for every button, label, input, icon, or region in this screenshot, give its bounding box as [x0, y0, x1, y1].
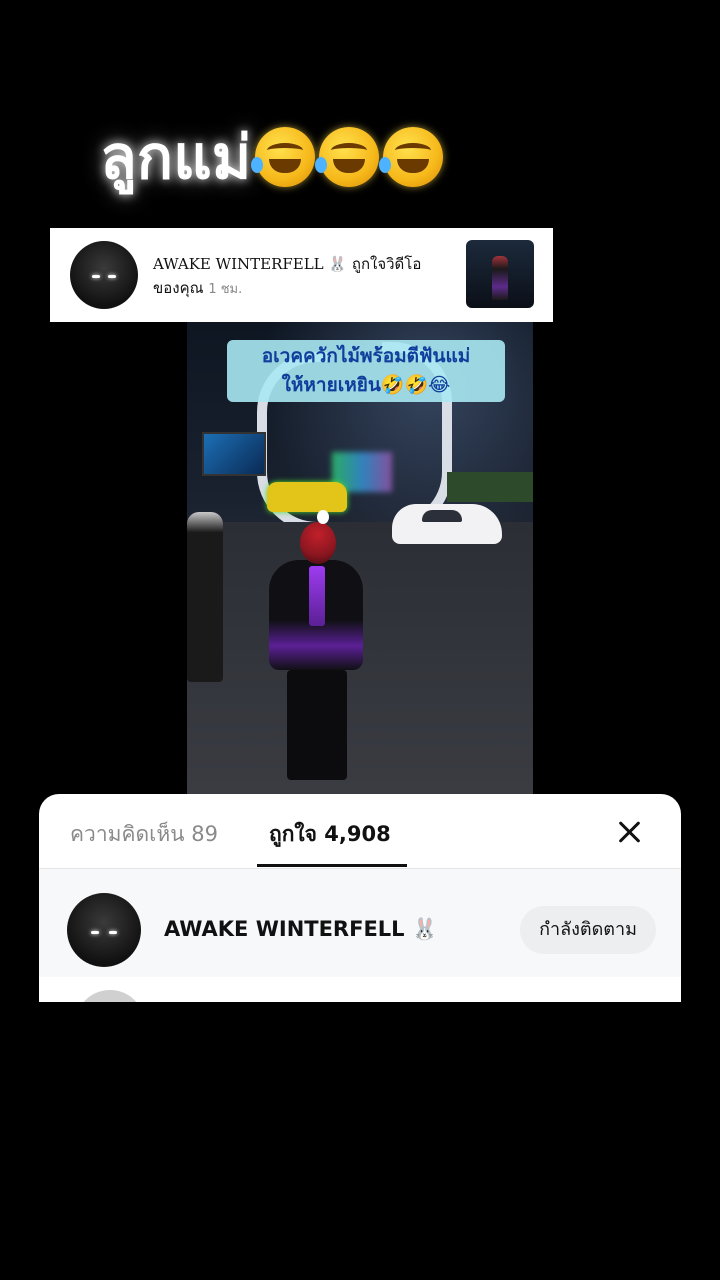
laughing-emoji-icon [379, 127, 444, 188]
list-item[interactable]: AWAKE WINTERFELL 🐰 กำลังติดตาม [39, 869, 681, 977]
video-caption: อเวคควักไม้พร้อมตีฟันแม่ ให้หายเหยิน🤣🤣😂 [227, 340, 505, 402]
sheet-tabs: ความคิดเห็น 89 ถูกใจ 4,908 [39, 794, 681, 869]
following-button[interactable]: กำลังติดตาม [520, 906, 656, 954]
close-icon[interactable] [613, 816, 645, 848]
user-name[interactable]: AWAKE WINTERFELL 🐰 [164, 917, 438, 942]
avatar[interactable] [70, 241, 138, 309]
player-tie [309, 566, 325, 626]
laughing-emoji-icon [315, 127, 380, 188]
white-sports-car [392, 504, 502, 544]
caption-text: ลูกแม่ [100, 123, 252, 193]
video-frame[interactable]: อเวคควักไม้พร้อมตีฟันแม่ ให้หายเหยิน🤣🤣😂 [187, 322, 533, 794]
likes-sheet: ความคิดเห็น 89 ถูกใจ 4,908 AWAKE WINTERF… [39, 794, 681, 1002]
player-legs [287, 670, 347, 780]
hedge [447, 472, 533, 502]
active-tab-indicator [257, 864, 407, 867]
bunny-ears-accessory [317, 510, 329, 524]
laughing-emoji-icon [251, 127, 316, 188]
video-thumbnail[interactable] [466, 240, 534, 308]
video-caption-line-1: อเวคควักไม้พร้อมตีฟันแม่ [261, 345, 471, 367]
notification-time: 1 ชม. [208, 282, 243, 297]
taxi-car [267, 482, 347, 512]
notification-line-2-text: ของคุณ [153, 279, 204, 297]
notification-line-2: ของคุณ 1 ชม. [153, 276, 453, 302]
avatar[interactable] [75, 990, 145, 1002]
video-caption-line-2: ให้หายเหยิน🤣🤣😂 [281, 374, 451, 396]
overlay-caption: ลูกแม่ [100, 118, 444, 198]
notification-text: AWAKE WINTERFELL 🐰 ถูกใจวิดีโอ ของคุณ 1 … [153, 252, 453, 302]
npc-character [187, 512, 223, 682]
player-head [300, 522, 336, 564]
tab-comments[interactable]: ความคิดเห็น 89 [70, 820, 218, 848]
avatar[interactable] [67, 893, 141, 967]
billboard [202, 432, 266, 476]
notification-line-1: AWAKE WINTERFELL 🐰 ถูกใจวิดีโอ [153, 255, 422, 273]
like-notification-card[interactable]: AWAKE WINTERFELL 🐰 ถูกใจวิดีโอ ของคุณ 1 … [50, 228, 553, 322]
tab-likes[interactable]: ถูกใจ 4,908 [269, 820, 391, 848]
